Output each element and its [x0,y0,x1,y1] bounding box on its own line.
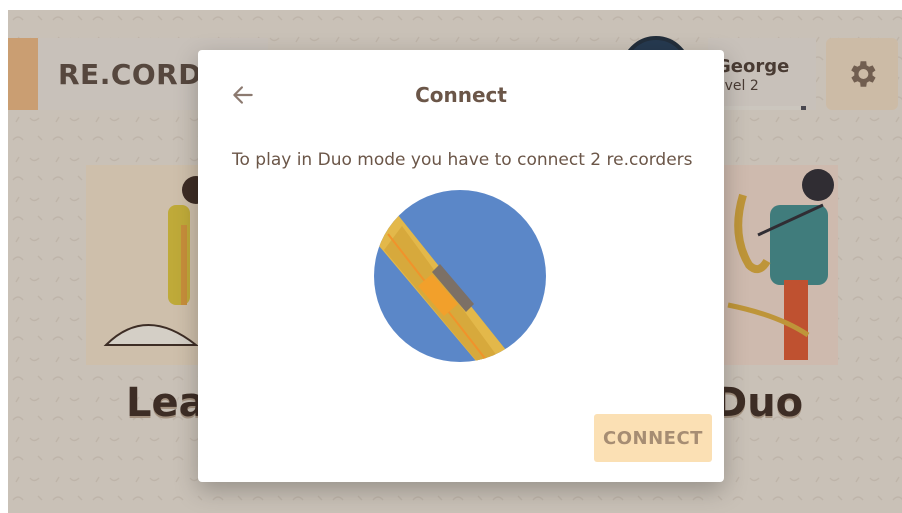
dialog-title: Connect [415,83,507,107]
connect-dialog: Connect To play in Duo mode you have to … [198,50,724,482]
connect-button[interactable]: CONNECT [594,414,712,462]
recorder-illustration [374,190,546,362]
dialog-message: To play in Duo mode you have to connect … [232,150,693,170]
